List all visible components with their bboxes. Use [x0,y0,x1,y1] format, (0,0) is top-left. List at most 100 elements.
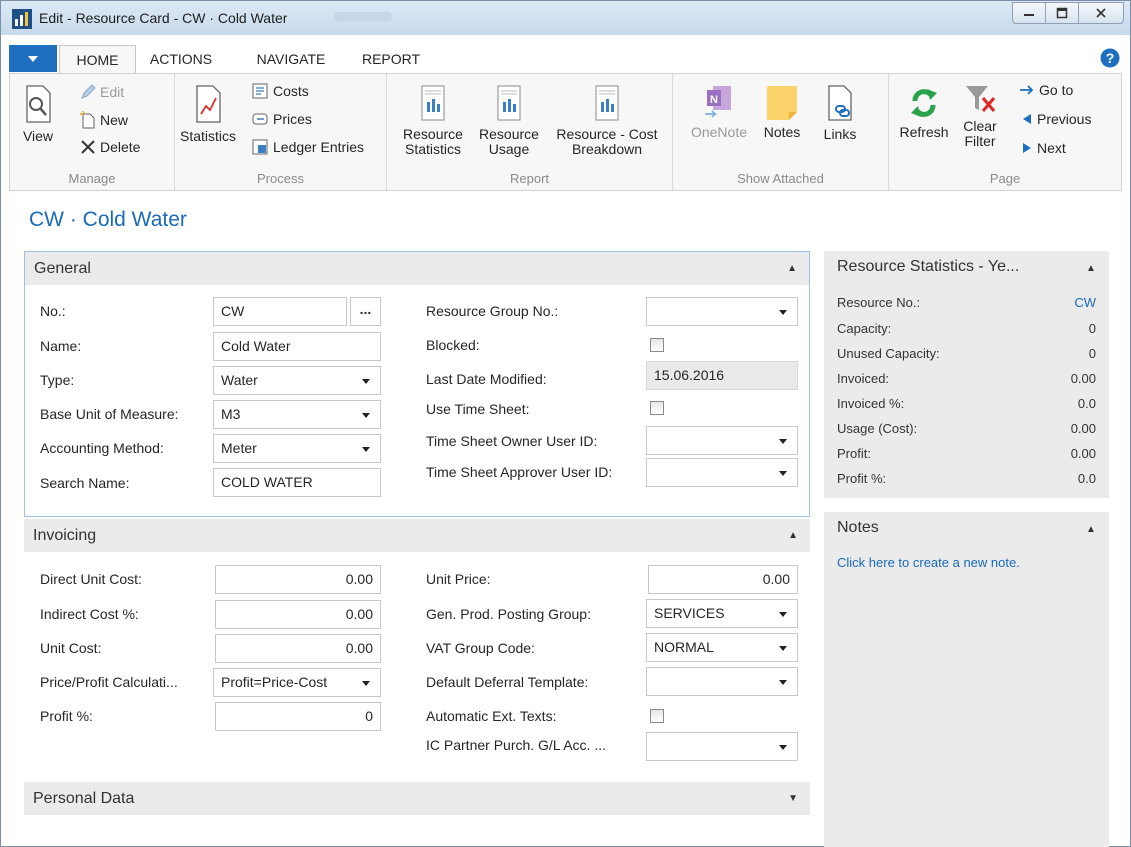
deferral-template-label: Default Deferral Template: [426,674,589,690]
expand-chevron-icon[interactable]: ▼ [788,782,798,815]
dynamics-nav-icon [12,9,32,29]
fb-profit-pct-value: 0.0 [1077,471,1096,486]
personal-data-header-label: Personal Data [33,790,135,807]
fb-usage-cost-value: 0.00 [1070,421,1096,436]
ts-owner-select[interactable] [646,426,798,455]
group-label-page: Page [989,171,1021,186]
resource-group-select[interactable] [646,297,798,326]
create-note-link[interactable]: Click here to create a new note. [837,555,1020,570]
fb-unused-capacity-value: 0 [1088,346,1096,361]
factbox-pane [824,251,1109,847]
svg-text:?: ? [1106,50,1115,66]
statistics-chart-icon [196,85,221,123]
collapse-chevron-icon[interactable]: ▲ [788,519,798,552]
tab-home[interactable]: HOME [59,45,136,74]
ledger-entries-button[interactable]: Ledger Entries [251,138,364,156]
auto-ext-texts-label: Automatic Ext. Texts: [426,708,557,724]
ledger-entries-icon [252,139,268,155]
triangle-right-icon [1023,143,1031,153]
direct-unit-cost-field[interactable]: 0.00 [215,565,381,594]
no-lookup-button[interactable]: ... [350,297,381,326]
invoicing-header-label: Invoicing [33,527,97,544]
deferral-template-select[interactable] [646,667,798,696]
vat-group-select[interactable]: NORMAL [646,633,798,662]
type-select[interactable]: Water [213,366,381,395]
edit-button[interactable]: Edit [80,84,124,100]
minimize-button[interactable] [1012,2,1046,24]
collapse-chevron-icon[interactable]: ▲ [1086,263,1096,274]
resource-statistics-report-button[interactable]: Resource Statistics [397,84,469,157]
fb-invoiced-value: 0.00 [1070,371,1096,386]
minimize-icon [1024,14,1034,16]
last-modified-label: Last Date Modified: [426,371,547,387]
indirect-cost-field[interactable]: 0.00 [215,600,381,629]
refresh-button[interactable]: Refresh [895,84,953,140]
links-button[interactable]: Links [815,84,865,142]
previous-button[interactable]: Previous [1021,111,1091,127]
auto-ext-texts-checkbox[interactable] [650,709,664,723]
profit-pct-field[interactable]: 0 [215,702,381,731]
fb-profit-pct-label: Profit %: [837,471,887,486]
resource-group-label: Resource Group No.: [426,303,559,319]
type-label: Type: [40,372,75,388]
tab-actions[interactable]: ACTIONS [141,45,221,74]
use-timesheet-checkbox[interactable] [650,401,664,415]
triangle-left-icon [1023,114,1031,124]
blocked-checkbox[interactable] [650,338,664,352]
notes-button[interactable]: Notes [757,84,807,140]
ribbon-group-page: Refresh Clear Filter Go to Previous Next… [889,74,1121,190]
view-button[interactable]: View [18,84,58,144]
svg-text:N: N [710,94,718,106]
personal-data-header[interactable]: Personal Data ▼ [24,782,810,815]
costs-button[interactable]: Costs [251,82,309,100]
group-label-process: Process [257,171,304,186]
fb-invoiced-pct-value: 0.0 [1077,396,1096,411]
unit-price-field[interactable]: 0.00 [648,565,798,594]
gen-prod-posting-select[interactable]: SERVICES [646,599,798,628]
blocked-label: Blocked: [426,337,480,353]
fb-resource-no-value[interactable]: CW [1074,295,1096,310]
fb-capacity-value: 0 [1088,321,1096,336]
ts-approver-select[interactable] [646,458,798,487]
search-name-field[interactable]: COLD WATER [213,468,381,497]
resource-statistics-factbox-title: Resource Statistics - Ye... [837,258,1020,275]
new-button[interactable]: New [80,111,128,129]
tab-navigate[interactable]: NAVIGATE [244,45,338,74]
name-field[interactable]: Cold Water [213,332,381,361]
no-field[interactable]: CW [213,297,347,326]
collapse-chevron-icon[interactable]: ▲ [787,252,797,285]
accounting-method-select[interactable]: Meter [213,434,381,463]
ribbon-group-process: Statistics Costs Prices Ledger Entries P… [175,74,387,190]
fb-resource-no-label: Resource No.: [837,295,921,310]
price-profit-calc-select[interactable]: Profit=Price-Cost [213,668,381,697]
collapse-chevron-icon[interactable]: ▲ [1086,524,1096,535]
tab-report[interactable]: REPORT [351,45,431,74]
name-label: Name: [40,338,82,354]
onenote-button[interactable]: N OneNote [685,84,753,140]
report-icon [497,85,521,121]
ic-partner-select[interactable] [646,732,798,761]
unit-cost-label: Unit Cost: [40,640,102,656]
resource-usage-report-button[interactable]: Resource Usage [473,84,545,157]
statistics-button[interactable]: Statistics [177,84,239,144]
delete-button[interactable]: Delete [80,139,140,155]
help-icon[interactable]: ? [1100,48,1120,68]
unit-cost-field[interactable]: 0.00 [215,634,381,663]
maximize-button[interactable] [1045,2,1079,24]
report-icon [421,85,445,121]
close-button[interactable] [1078,2,1124,24]
next-button[interactable]: Next [1021,140,1066,156]
ic-partner-label: IC Partner Purch. G/L Acc. ... [426,737,606,753]
invoicing-header[interactable]: Invoicing ▲ [24,519,810,552]
link-document-icon [828,85,852,121]
ribbon-group-report: Resource Statistics Resource Usage Resou… [387,74,673,190]
base-uom-select[interactable]: M3 [213,400,381,429]
group-label-manage: Manage [68,171,116,186]
prices-button[interactable]: Prices [251,110,312,128]
go-to-button[interactable]: Go to [1019,82,1073,98]
resource-cost-breakdown-report-button[interactable]: Resource - Cost Breakdown [553,84,661,157]
application-menu-button[interactable] [9,45,57,72]
use-timesheet-label: Use Time Sheet: [426,401,530,417]
clear-filter-button[interactable]: Clear Filter [957,84,1003,149]
general-header[interactable]: General ▲ [25,252,809,285]
